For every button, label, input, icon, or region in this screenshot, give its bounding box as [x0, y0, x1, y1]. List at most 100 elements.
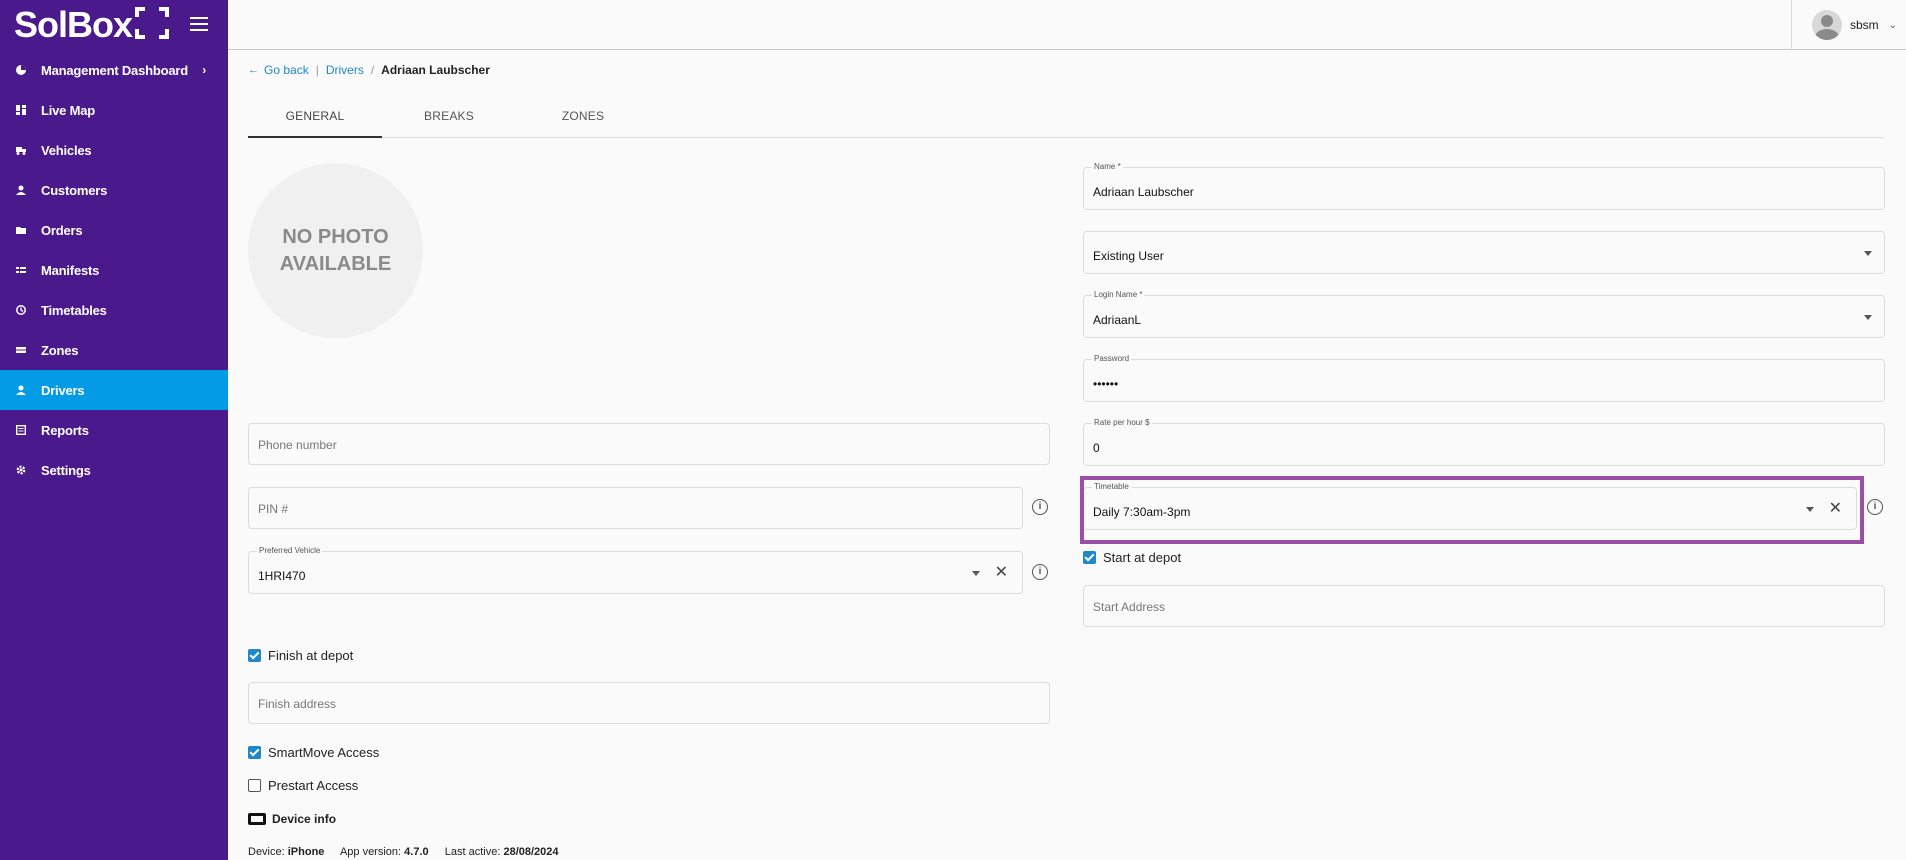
app-version-value: 4.7.0	[404, 846, 429, 858]
login-name-select[interactable]: Login Name * AdriaanL	[1083, 290, 1885, 338]
name-field[interactable]: Name * Adriaan Laubscher	[1083, 162, 1885, 210]
breadcrumb-divider: |	[315, 63, 319, 77]
sidebar-item-label: Settings	[41, 462, 91, 478]
breadcrumb-current: Adriaan Laubscher	[381, 63, 490, 77]
dashboard-icon	[16, 105, 26, 115]
device-info-line: Device: iPhone App version: 4.7.0 Last a…	[248, 846, 559, 858]
breadcrumb: ← Go back | Drivers / Adriaan Laubscher	[248, 63, 490, 77]
rate-per-hour-field[interactable]: Rate per hour $ 0	[1083, 418, 1885, 466]
checkbox-checked-icon	[248, 649, 261, 662]
sidebar-item-label: Manifests	[41, 262, 100, 278]
sidebar-item-label: Zones	[41, 342, 79, 358]
sidebar-item-label: Timetables	[41, 302, 107, 318]
list-icon	[16, 267, 26, 273]
phone-number-input[interactable]: Phone number	[248, 423, 1050, 465]
chevron-right-icon: ›	[202, 63, 206, 77]
timetable-label: Timetable	[1092, 482, 1131, 491]
tab-bar: GENERAL BREAKS ZONES	[248, 100, 1884, 138]
finish-address-placeholder: Finish address	[258, 697, 337, 711]
login-name-label: Login Name *	[1092, 290, 1145, 299]
app-logo[interactable]: SolBox	[14, 4, 170, 46]
pie-chart-icon	[16, 65, 26, 75]
start-address-input[interactable]: Start Address	[1083, 585, 1885, 627]
sidebar-item-reports[interactable]: Reports	[0, 410, 228, 450]
go-back-link[interactable]: Go back	[264, 63, 309, 77]
breadcrumb-drivers-link[interactable]: Drivers	[326, 63, 364, 77]
last-active-label: Last active:	[444, 846, 501, 858]
finish-address-input[interactable]: Finish address	[248, 682, 1050, 724]
pin-input[interactable]: PIN #	[248, 487, 1023, 529]
checkbox-checked-icon	[248, 746, 261, 759]
start-at-depot-label: Start at depot	[1103, 550, 1182, 565]
smartmove-access-label: SmartMove Access	[268, 745, 380, 760]
sidebar-item-label: Customers	[41, 182, 108, 198]
start-address-placeholder: Start Address	[1093, 600, 1166, 614]
timetable-select[interactable]: Timetable Daily 7:30am-3pm ✕	[1083, 482, 1857, 530]
device-info-label: Device info	[272, 812, 337, 826]
sidebar-item-label: Live Map	[41, 102, 96, 118]
sidebar: SolBox Management Dashboard › Live Map V…	[0, 0, 228, 860]
sidebar-item-label: Management Dashboard	[41, 62, 188, 78]
sidebar-item-orders[interactable]: Orders	[0, 210, 228, 250]
person-icon	[16, 185, 26, 195]
smartmove-access-checkbox[interactable]: SmartMove Access	[248, 745, 379, 760]
app-version-label: App version:	[339, 846, 402, 858]
tab-zones[interactable]: ZONES	[516, 100, 650, 138]
sidebar-item-customers[interactable]: Customers	[0, 170, 228, 210]
name-field-label: Name *	[1092, 162, 1123, 171]
sidebar-item-label: Vehicles	[41, 142, 92, 158]
folder-icon	[16, 227, 26, 234]
last-active-value: 28/08/2024	[503, 846, 559, 858]
clock-icon	[16, 305, 26, 315]
sidebar-item-management-dashboard[interactable]: Management Dashboard ›	[0, 50, 228, 90]
photo-text-line1: NO PHOTO	[282, 225, 389, 248]
timetable-info-icon[interactable]: i	[1867, 499, 1883, 515]
checkbox-checked-icon	[1083, 551, 1096, 564]
timetable-value: Daily 7:30am-3pm	[1093, 505, 1191, 519]
rate-per-hour-label: Rate per hour $	[1092, 418, 1152, 427]
photo-text-line2: AVAILABLE	[279, 252, 392, 275]
sidebar-item-vehicles[interactable]: Vehicles	[0, 130, 228, 170]
preferred-vehicle-label: Preferred Vehicle	[257, 546, 323, 555]
pin-info-icon[interactable]: i	[1032, 499, 1048, 515]
pin-placeholder: PIN #	[258, 502, 289, 516]
logo-row: SolBox	[0, 0, 228, 48]
rate-per-hour-value: 0	[1093, 441, 1100, 455]
driver-photo-placeholder[interactable]: NO PHOTO AVAILABLE	[248, 163, 423, 338]
sidebar-item-drivers[interactable]: Drivers	[0, 370, 228, 410]
sidebar-item-zones[interactable]: Zones	[0, 330, 228, 370]
clear-vehicle-icon[interactable]: ✕	[995, 565, 1008, 581]
sidebar-item-live-map[interactable]: Live Map	[0, 90, 228, 130]
sidebar-item-settings[interactable]: Settings	[0, 450, 228, 490]
device-value: iPhone	[287, 846, 325, 858]
password-field[interactable]: Password ••••••	[1083, 354, 1885, 402]
caret-down-icon	[1864, 251, 1872, 256]
logo-bracket-icon	[135, 7, 170, 39]
start-at-depot-checkbox[interactable]: Start at depot	[1083, 550, 1181, 565]
hamburger-menu-icon[interactable]	[190, 17, 208, 31]
device-info-title: Device info	[248, 812, 336, 826]
zone-icon	[16, 347, 26, 353]
user-menu[interactable]: sbsm ⌄	[1791, 0, 1906, 50]
phone-number-placeholder: Phone number	[258, 438, 337, 452]
name-field-value: Adriaan Laubscher	[1093, 185, 1194, 199]
caret-down-icon	[972, 571, 980, 576]
gear-icon	[16, 465, 26, 475]
finish-at-depot-checkbox[interactable]: Finish at depot	[248, 648, 353, 663]
sidebar-item-manifests[interactable]: Manifests	[0, 250, 228, 290]
sidebar-item-label: Reports	[41, 422, 89, 438]
preferred-vehicle-info-icon[interactable]: i	[1032, 564, 1048, 580]
sidebar-item-timetables[interactable]: Timetables	[0, 290, 228, 330]
report-icon	[16, 425, 26, 435]
prestart-access-checkbox[interactable]: Prestart Access	[248, 778, 358, 793]
clear-timetable-icon[interactable]: ✕	[1829, 501, 1842, 517]
tab-breaks[interactable]: BREAKS	[382, 100, 516, 138]
device-icon	[248, 813, 266, 825]
chevron-down-icon: ⌄	[1888, 19, 1898, 31]
truck-icon	[16, 147, 26, 155]
preferred-vehicle-select[interactable]: Preferred Vehicle 1HRI470 ✕	[248, 546, 1023, 594]
tab-general[interactable]: GENERAL	[248, 100, 382, 138]
user-type-select[interactable]: Existing User	[1083, 231, 1885, 274]
password-label: Password	[1092, 354, 1132, 363]
caret-down-icon	[1806, 507, 1814, 512]
